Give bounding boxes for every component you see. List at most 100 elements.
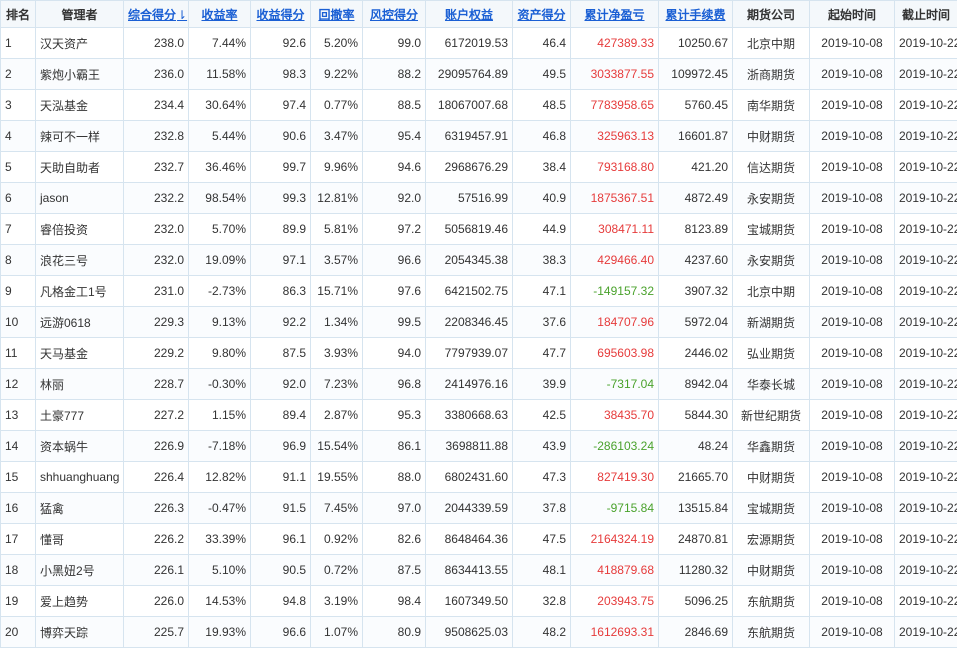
- cell-asset-score: 37.8: [512, 492, 571, 524]
- table-row[interactable]: 5 天助自助者 232.7 36.46% 99.7 9.96% 94.6 2968676.29…: [0, 151, 957, 183]
- cell-broker: 北京中期: [732, 275, 810, 307]
- cell-start-date: 2019-10-08: [809, 58, 895, 90]
- cell-manager[interactable]: 浪花三号: [35, 244, 124, 276]
- header-equity-sort[interactable]: 账户权益: [425, 0, 513, 28]
- table-row[interactable]: 1 汉天资产 238.0 7.44% 92.6 5.20% 99.0 6172019.53 46…: [0, 27, 957, 59]
- cell-return-score: 96.9: [250, 430, 311, 462]
- cell-fee: 24870.81: [658, 523, 733, 555]
- table-row[interactable]: 17 懂哥 226.2 33.39% 96.1 0.92% 82.6 8648464.36 47…: [0, 523, 957, 555]
- cell-manager[interactable]: 土豪777: [35, 399, 124, 431]
- cell-risk-score: 99.0: [362, 27, 426, 59]
- cell-fee: 3907.32: [658, 275, 733, 307]
- cell-rank: 9: [0, 275, 36, 307]
- table-row[interactable]: 10 远游0618 229.3 9.13% 92.2 1.34% 99.5 2208346.4…: [0, 306, 957, 338]
- table-row[interactable]: 18 小黑妞2号 226.1 5.10% 90.5 0.72% 87.5 8634413.55…: [0, 554, 957, 586]
- table-row[interactable]: 14 资本蜗牛 226.9 -7.18% 96.9 15.54% 86.1 3698811.8…: [0, 430, 957, 462]
- table-row[interactable]: 8 浪花三号 232.0 19.09% 97.1 3.57% 96.6 2054345.38 3…: [0, 244, 957, 276]
- cell-end-date: 2019-10-22: [894, 27, 957, 59]
- header-return-label[interactable]: 收益率: [201, 8, 237, 22]
- cell-manager[interactable]: 懂哥: [35, 523, 124, 555]
- header-return-score-sort[interactable]: 收益得分: [250, 0, 311, 28]
- cell-rank: 4: [0, 120, 36, 152]
- cell-return: 36.46%: [188, 151, 251, 183]
- header-return-sort[interactable]: 收益率: [188, 0, 251, 28]
- cell-manager[interactable]: 远游0618: [35, 306, 124, 338]
- cell-drawdown: 0.72%: [310, 554, 363, 586]
- header-asset-score-sort[interactable]: 资产得分: [512, 0, 571, 28]
- cell-broker: 中财期货: [732, 120, 810, 152]
- header-pnl-label[interactable]: 累计净盈亏: [584, 8, 644, 22]
- cell-manager[interactable]: 林丽: [35, 368, 124, 400]
- cell-score: 231.0: [123, 275, 189, 307]
- cell-manager[interactable]: 睿倍投资: [35, 213, 124, 245]
- cell-manager[interactable]: 天助自助者: [35, 151, 124, 183]
- cell-manager[interactable]: 汉天资产: [35, 27, 124, 59]
- cell-return: 30.64%: [188, 89, 251, 121]
- table-row[interactable]: 9 凡格金工1号 231.0 -2.73% 86.3 15.71% 97.6 6421502.…: [0, 275, 957, 307]
- cell-rank: 14: [0, 430, 36, 462]
- cell-return-score: 98.3: [250, 58, 311, 90]
- header-drawdown-label[interactable]: 回撤率: [318, 8, 354, 22]
- cell-start-date: 2019-10-08: [809, 213, 895, 245]
- table-row[interactable]: 4 辣可不一样 232.8 5.44% 90.6 3.47% 95.4 6319457.91 4…: [0, 120, 957, 152]
- cell-manager[interactable]: 爱上趋势: [35, 585, 124, 617]
- table-row[interactable]: 15 shhuanghuang 226.4 12.82% 91.1 19.55% 88.0 6…: [0, 461, 957, 493]
- cell-return: 33.39%: [188, 523, 251, 555]
- table-row[interactable]: 16 猛禽 226.3 -0.47% 91.5 7.45% 97.0 2044339.59 37…: [0, 492, 957, 524]
- cell-return-score: 90.5: [250, 554, 311, 586]
- cell-risk-score: 80.9: [362, 616, 426, 648]
- table-row[interactable]: 6 jason 232.2 98.54% 99.3 12.81% 92.0 57516.99 4…: [0, 182, 957, 214]
- table-row[interactable]: 13 土豪777 227.2 1.15% 89.4 2.87% 95.3 3380668.63…: [0, 399, 957, 431]
- cell-equity: 2208346.45: [425, 306, 513, 338]
- cell-pnl: 203943.75: [570, 585, 659, 617]
- cell-rank: 18: [0, 554, 36, 586]
- cell-manager[interactable]: 天马基金: [35, 337, 124, 369]
- table-row[interactable]: 7 睿倍投资 232.0 5.70% 89.9 5.81% 97.2 5056819.46 44…: [0, 213, 957, 245]
- cell-rank: 13: [0, 399, 36, 431]
- header-score-sort[interactable]: 综合得分⇂: [123, 0, 189, 28]
- cell-risk-score: 94.6: [362, 151, 426, 183]
- cell-score: 228.7: [123, 368, 189, 400]
- table-row[interactable]: 19 爱上趋势 226.0 14.53% 94.8 3.19% 98.4 1607349.50…: [0, 585, 957, 617]
- table-row[interactable]: 20 博弈天踪 225.7 19.93% 96.6 1.07% 80.9 9508625.03…: [0, 616, 957, 648]
- header-risk-score-label[interactable]: 风控得分: [370, 8, 418, 22]
- sort-down-icon[interactable]: ⇂: [177, 8, 187, 22]
- header-equity-label[interactable]: 账户权益: [445, 8, 493, 22]
- cell-return-score: 92.0: [250, 368, 311, 400]
- header-risk-score-sort[interactable]: 风控得分: [362, 0, 426, 28]
- cell-risk-score: 99.5: [362, 306, 426, 338]
- cell-start-date: 2019-10-08: [809, 492, 895, 524]
- table-row[interactable]: 12 林丽 228.7 -0.30% 92.0 7.23% 96.8 2414976.16 39…: [0, 368, 957, 400]
- cell-manager[interactable]: shhuanghuang: [35, 461, 124, 493]
- cell-manager[interactable]: jason: [35, 182, 124, 214]
- cell-manager[interactable]: 博弈天踪: [35, 616, 124, 648]
- cell-equity: 57516.99: [425, 182, 513, 214]
- cell-manager[interactable]: 辣可不一样: [35, 120, 124, 152]
- cell-end-date: 2019-10-22: [894, 368, 957, 400]
- header-drawdown-sort[interactable]: 回撤率: [310, 0, 363, 28]
- cell-manager[interactable]: 小黑妞2号: [35, 554, 124, 586]
- cell-end-date: 2019-10-22: [894, 89, 957, 121]
- table-row[interactable]: 2 紫炮小霸王 236.0 11.58% 98.3 9.22% 88.2 29095764.8…: [0, 58, 957, 90]
- header-return-score-label[interactable]: 收益得分: [256, 8, 304, 22]
- header-fee-label[interactable]: 累计手续费: [665, 8, 725, 22]
- header-pnl-sort[interactable]: 累计净盈亏: [570, 0, 659, 28]
- cell-manager[interactable]: 猛禽: [35, 492, 124, 524]
- header-score-label[interactable]: 综合得分: [128, 8, 176, 22]
- cell-manager[interactable]: 凡格金工1号: [35, 275, 124, 307]
- cell-fee: 2846.69: [658, 616, 733, 648]
- header-asset-score-label[interactable]: 资产得分: [517, 8, 565, 22]
- cell-equity: 8648464.36: [425, 523, 513, 555]
- table-row[interactable]: 11 天马基金 229.2 9.80% 87.5 3.93% 94.0 7797939.07 4…: [0, 337, 957, 369]
- header-fee-sort[interactable]: 累计手续费: [658, 0, 733, 28]
- cell-return: 5.70%: [188, 213, 251, 245]
- cell-return: 5.10%: [188, 554, 251, 586]
- table-row[interactable]: 3 天泓基金 234.4 30.64% 97.4 0.77% 88.5 18067007.68…: [0, 89, 957, 121]
- cell-manager[interactable]: 紫炮小霸王: [35, 58, 124, 90]
- cell-broker: 弘业期货: [732, 337, 810, 369]
- cell-manager[interactable]: 天泓基金: [35, 89, 124, 121]
- cell-manager[interactable]: 资本蜗牛: [35, 430, 124, 462]
- cell-drawdown: 1.07%: [310, 616, 363, 648]
- cell-start-date: 2019-10-08: [809, 461, 895, 493]
- cell-pnl: 427389.33: [570, 27, 659, 59]
